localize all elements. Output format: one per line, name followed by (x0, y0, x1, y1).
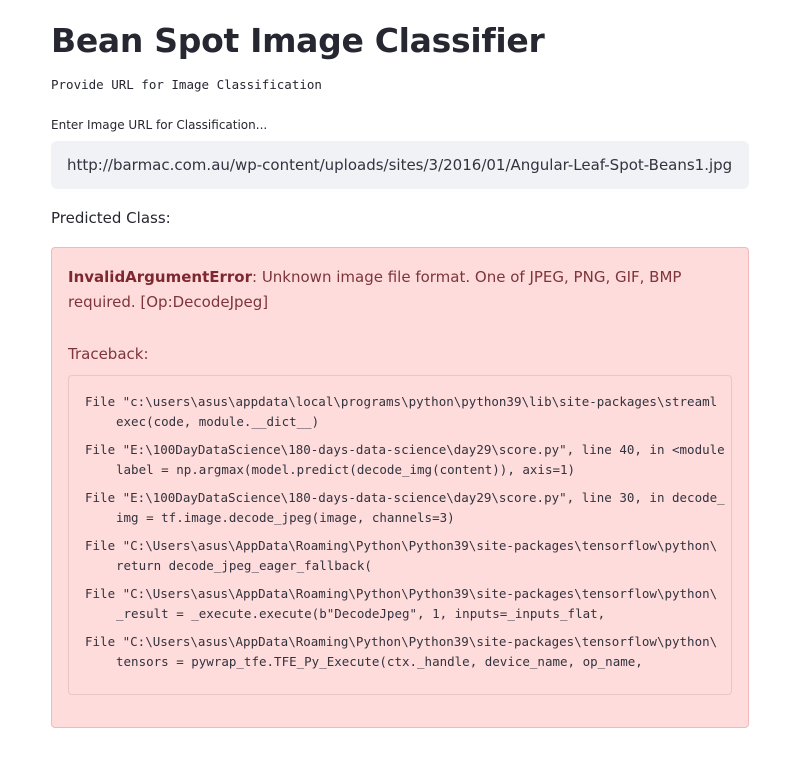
error-type: InvalidArgumentError (68, 268, 252, 286)
traceback-code-line: _result = _execute.execute(b"DecodeJpeg"… (116, 606, 606, 621)
error-message: InvalidArgumentError: Unknown image file… (68, 265, 732, 315)
traceback-code-line: tensors = pywrap_tfe.TFE_Py_Execute(ctx.… (116, 654, 643, 669)
traceback-file-line: File "C:\Users\asus\AppData\Roaming\Pyth… (85, 586, 718, 601)
url-input-label: Enter Image URL for Classification... (51, 118, 268, 132)
image-url-input[interactable] (51, 141, 749, 189)
predicted-class-label: Predicted Class: (51, 209, 171, 227)
traceback-code-block[interactable]: File "c:\users\asus\appdata\local\progra… (68, 375, 732, 695)
traceback-code-line: return decode_jpeg_eager_fallback( (116, 558, 372, 573)
traceback-file-line: File "c:\users\asus\appdata\local\progra… (85, 394, 718, 409)
traceback-frame: File "c:\users\asus\appdata\local\progra… (85, 392, 731, 432)
traceback-file-line: File "E:\100DayDataScience\180-days-data… (85, 490, 725, 505)
page-title: Bean Spot Image Classifier (51, 21, 545, 60)
traceback-label: Traceback: (68, 345, 149, 363)
traceback-code-line: img = tf.image.decode_jpeg(image, channe… (116, 510, 455, 525)
traceback-frames: File "c:\users\asus\appdata\local\progra… (85, 392, 731, 680)
traceback-file-line: File "C:\Users\asus\AppData\Roaming\Pyth… (85, 634, 718, 649)
traceback-frame: File "E:\100DayDataScience\180-days-data… (85, 440, 731, 480)
traceback-code-line: label = np.argmax(model.predict(decode_i… (116, 462, 576, 477)
traceback-frame: File "C:\Users\asus\AppData\Roaming\Pyth… (85, 536, 731, 576)
page-subtitle: Provide URL for Image Classification (51, 77, 322, 92)
traceback-file-line: File "C:\Users\asus\AppData\Roaming\Pyth… (85, 538, 718, 553)
error-alert: InvalidArgumentError: Unknown image file… (51, 247, 749, 728)
traceback-code-line: exec(code, module.__dict__) (116, 414, 320, 429)
traceback-file-line: File "E:\100DayDataScience\180-days-data… (85, 442, 725, 457)
traceback-frame: File "C:\Users\asus\AppData\Roaming\Pyth… (85, 632, 731, 672)
traceback-frame: File "C:\Users\asus\AppData\Roaming\Pyth… (85, 584, 731, 624)
traceback-frame: File "E:\100DayDataScience\180-days-data… (85, 488, 731, 528)
